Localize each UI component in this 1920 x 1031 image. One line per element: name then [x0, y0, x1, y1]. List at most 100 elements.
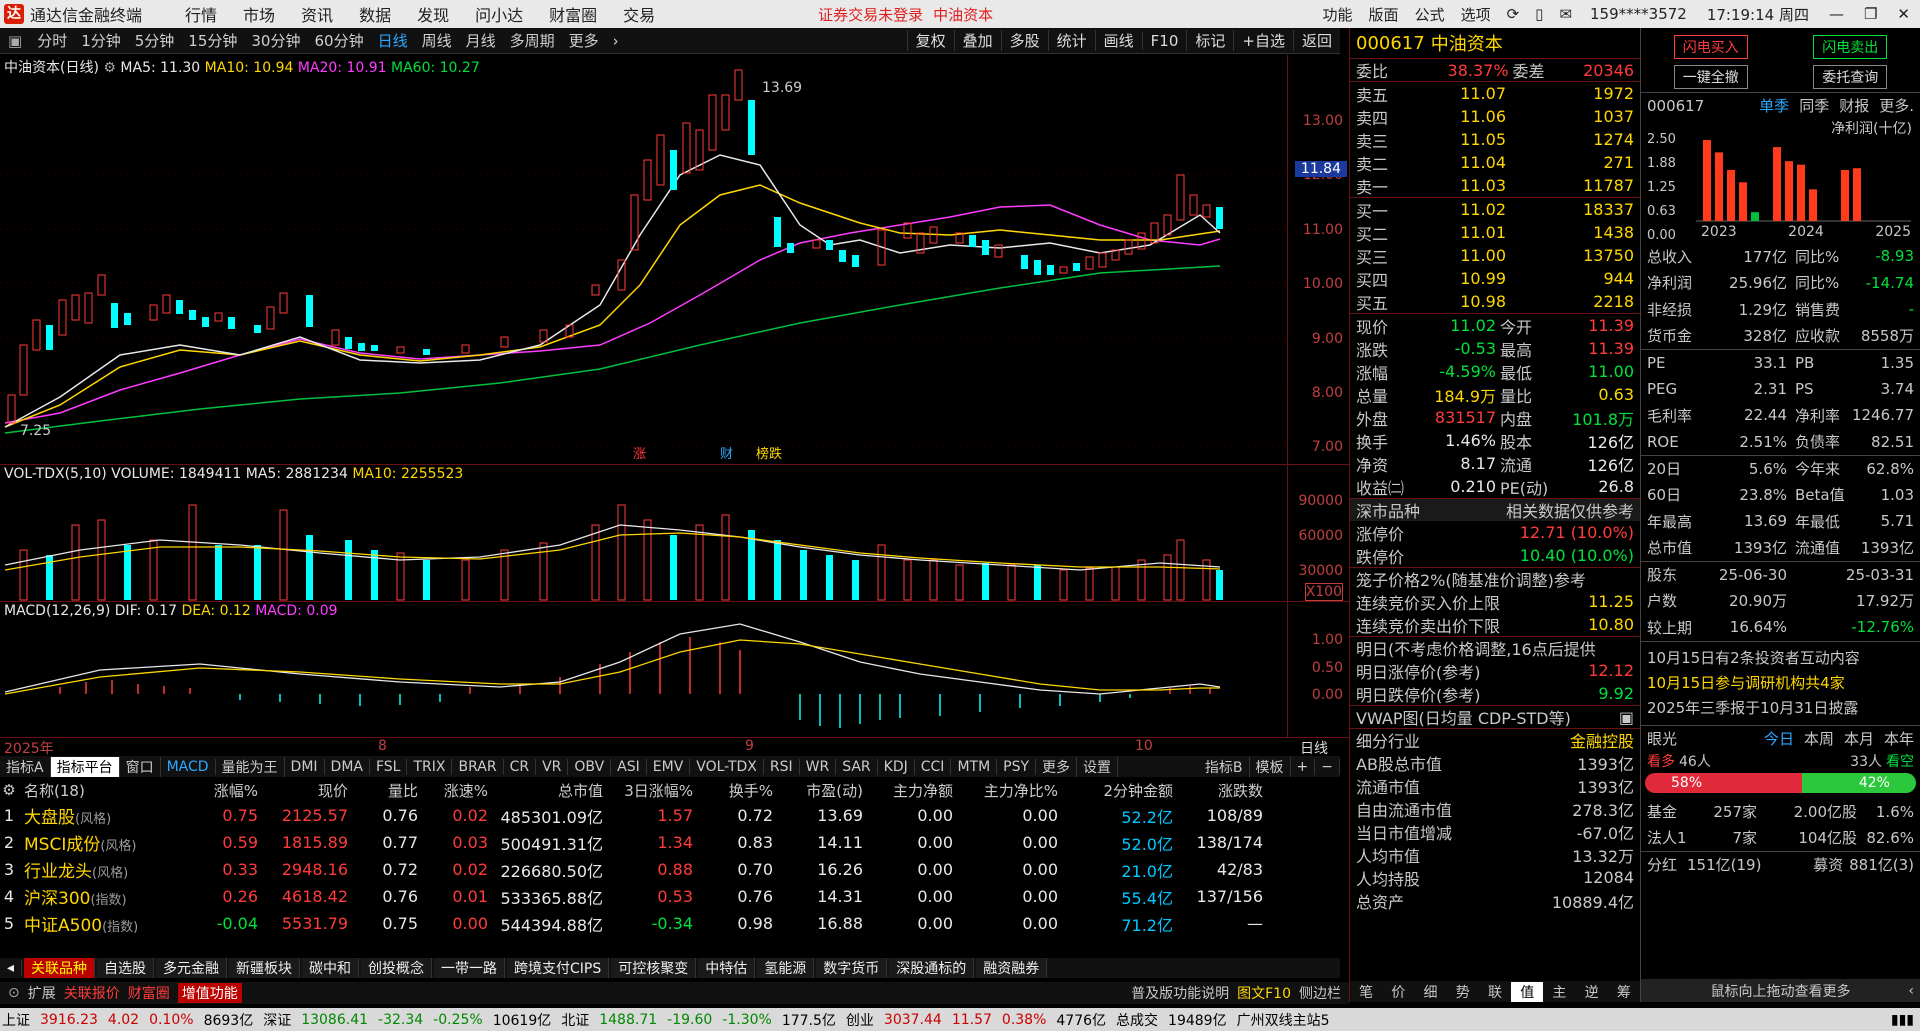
ind-tab[interactable]: 更多	[1036, 756, 1078, 777]
close-icon[interactable]: ✕	[1897, 5, 1910, 23]
book-row[interactable]: 买三 11.00 13750	[1350, 244, 1640, 267]
ind-tab[interactable]: MTM	[951, 758, 998, 775]
ind-tab[interactable]: MACD	[161, 758, 216, 775]
table-row[interactable]: 3 行业龙头(风格) 0.33 2948.16 0.72 0.02 226680.50亿 0.…	[0, 856, 1340, 883]
macd-pane[interactable]: MACD(12,26,9) DIF: 0.17 DEA: 0.12 MACD: …	[0, 602, 1349, 738]
vwap-text[interactable]: VWAP图(日均量 CDP-STD等)	[1356, 705, 1571, 729]
func-sidebar[interactable]: 侧边栏	[1299, 983, 1341, 1003]
sector-tab[interactable]: 深股通标的	[889, 958, 975, 978]
ind-tab[interactable]: 设置	[1077, 756, 1119, 777]
book-row[interactable]: 卖三 11.05 1274	[1350, 128, 1640, 151]
sector-tab[interactable]: 融资融券	[976, 958, 1048, 978]
drag-hint-bar[interactable]: 鼠标向上拖动查看更多 ‹	[1641, 979, 1920, 1002]
volume-pane[interactable]: VOL-TDX(5,10) VOLUME: 1849411 MA5: 28812…	[0, 465, 1349, 602]
menu-news[interactable]: 资讯	[301, 2, 333, 26]
book-row[interactable]: 买一 11.02 18337	[1350, 198, 1640, 221]
book-row[interactable]: 买二 11.01 1438	[1350, 221, 1640, 244]
book-row[interactable]: 卖二 11.04 271	[1350, 151, 1640, 174]
gear-icon[interactable]: ⚙	[0, 781, 24, 799]
book-row[interactable]: 卖五 11.07 1972	[1350, 82, 1640, 105]
menu-wealth[interactable]: 财富圈	[549, 2, 597, 26]
ind-tab[interactable]: 指标A	[0, 756, 51, 777]
flash-sell-button[interactable]: 闪电卖出	[1813, 35, 1888, 59]
sector-tab[interactable]: 关联品种	[24, 958, 96, 978]
ind-tab[interactable]: CCI	[915, 758, 952, 775]
book-row[interactable]: 卖四 11.06 1037	[1350, 105, 1640, 128]
sector-tab[interactable]: 多元金融	[156, 958, 228, 978]
sector-tab[interactable]: 碳中和	[302, 958, 360, 978]
func-help[interactable]: 普及版功能说明	[1131, 983, 1229, 1003]
period-tick[interactable]: 分时	[37, 30, 67, 51]
f10-tab[interactable]: 更多.	[1879, 95, 1914, 116]
ind-tab[interactable]: FSL	[370, 758, 408, 775]
vwap-expand-icon[interactable]: ▣	[1619, 708, 1634, 727]
sentiment-tab[interactable]: 本年	[1884, 728, 1914, 749]
col-c3[interactable]: 3日涨幅%	[609, 780, 699, 801]
book-row[interactable]: 买五 10.98 2218	[1350, 290, 1640, 313]
ind-tab[interactable]: DMI	[285, 758, 325, 775]
collapse-icon[interactable]: ‹	[1908, 983, 1914, 999]
ind-template[interactable]: 模板	[1250, 756, 1291, 777]
bottom-tab-expand[interactable]: 扩展	[28, 983, 56, 1003]
period-weekly[interactable]: 周线	[422, 30, 452, 51]
ind-tab[interactable]: PSY	[997, 758, 1037, 775]
menu-ask[interactable]: 问小达	[475, 2, 523, 26]
qtab[interactable]: 逆	[1576, 982, 1608, 1002]
period-5m[interactable]: 5分钟	[135, 30, 175, 51]
tool-adjust[interactable]: 复权	[906, 30, 954, 51]
user-id[interactable]: 159****3572	[1590, 5, 1687, 23]
book-row[interactable]: 买四 10.99 944	[1350, 267, 1640, 290]
news-item[interactable]: 10月15日参与调研机构共4家	[1647, 671, 1914, 696]
book-row[interactable]: 卖一 11.03 11787	[1350, 174, 1640, 197]
col-jb[interactable]: 主力净比%	[959, 780, 1064, 801]
sz-label[interactable]: 深证	[263, 1010, 291, 1030]
tool-back[interactable]: 返回	[1292, 30, 1340, 51]
sector-tab[interactable]: 数字货币	[816, 958, 888, 978]
time-axis-label[interactable]: 日线	[1300, 738, 1328, 758]
login-notice[interactable]: 证券交易未登录	[818, 4, 923, 25]
period-more[interactable]: 更多	[569, 30, 599, 51]
ind-tab[interactable]: CR	[504, 758, 537, 775]
tool-stats[interactable]: 统计	[1047, 30, 1095, 51]
col-price[interactable]: 现价	[264, 780, 354, 801]
sector-tab[interactable]: 可控核聚变	[611, 958, 697, 978]
ind-tab[interactable]: 窗口	[120, 756, 161, 777]
minimize-icon[interactable]: —	[1829, 5, 1844, 23]
sentiment-tab[interactable]: 本周	[1804, 728, 1834, 749]
f10-tab[interactable]: 财报	[1839, 95, 1869, 116]
tool-f10[interactable]: F10	[1141, 31, 1187, 50]
menu-trade[interactable]: 交易	[623, 2, 655, 26]
period-60m[interactable]: 60分钟	[314, 30, 363, 51]
mail-icon[interactable]: ✉	[1559, 5, 1572, 23]
period-multi[interactable]: 多周期	[510, 30, 555, 51]
qtab[interactable]: 势	[1447, 982, 1479, 1002]
ind-tab[interactable]: 指标平台	[50, 756, 120, 777]
sector-tab[interactable]: 创投概念	[361, 958, 433, 978]
server-name[interactable]: 广州双线主站5	[1237, 1010, 1330, 1030]
news-item[interactable]: 10月15日有2条投资者互动内容	[1647, 646, 1914, 671]
qtab[interactable]: 细	[1414, 982, 1446, 1002]
sector-tab[interactable]: 新疆板块	[229, 958, 301, 978]
restore-icon[interactable]: ❐	[1864, 5, 1877, 23]
kline-pane[interactable]: 中油资本(日线) ⚙ MA5: 11.30 MA10: 10.94 MA20: …	[0, 55, 1349, 465]
col-ud[interactable]: 涨跌数	[1179, 780, 1269, 801]
table-row[interactable]: 2 MSCI成份(风格) 0.59 1815.89 0.77 0.03 500491.31亿…	[0, 829, 1340, 856]
menu-formula[interactable]: 公式	[1415, 4, 1445, 25]
col-mv[interactable]: 总市值	[494, 780, 609, 801]
toggle-icon[interactable]: ⊙	[8, 985, 20, 1001]
f10-tab[interactable]: 同季	[1799, 95, 1829, 116]
table-row[interactable]: 4 沪深300(指数) 0.26 4618.42 0.76 0.01 533365.88亿 0…	[0, 883, 1340, 910]
menu-data[interactable]: 数据	[359, 2, 391, 26]
qtab[interactable]: 联	[1479, 982, 1511, 1002]
tool-overlay[interactable]: 叠加	[953, 30, 1001, 51]
sector-tab[interactable]: 一带一路	[434, 958, 506, 978]
bottom-tab-quote[interactable]: 关联报价	[64, 983, 120, 1003]
phone-icon[interactable]: ▯	[1535, 5, 1543, 23]
menu-function[interactable]: 功能	[1323, 4, 1353, 25]
ind-tab[interactable]: EMV	[647, 758, 691, 775]
ind-tab-b[interactable]: 指标B	[1199, 756, 1250, 777]
period-monthly[interactable]: 月线	[466, 30, 496, 51]
cancel-all-button[interactable]: 一键全撤	[1673, 65, 1748, 89]
col-zs[interactable]: 涨速%	[424, 780, 494, 801]
vwap-row[interactable]: VWAP图(日均量 CDP-STD等) ▣	[1350, 705, 1640, 728]
